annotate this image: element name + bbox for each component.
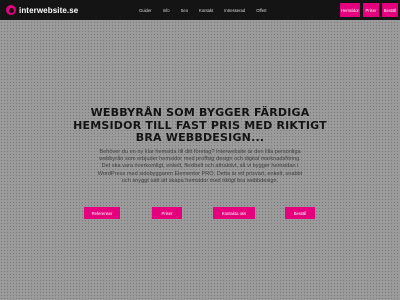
logo-text: interwebsite.se [19,5,79,15]
logo-icon [6,5,16,15]
nav-item-intresserad[interactable]: Intresserad [224,8,245,13]
nav-item-offert[interactable]: Offert [256,8,266,13]
nav-item-info[interactable]: Info [163,8,170,13]
hero-heading: WEBBYRÅN SOM BYGGER FÄRDIGA HEMSIDOR TIL… [73,106,327,144]
hemsidor-button[interactable]: Hemsidor [340,3,360,17]
bestall-button[interactable]: Beställ [382,3,398,17]
priser-cta-button[interactable]: Priser [152,207,182,219]
top-navigation-bar: interwebsite.se Guider Info Seo Kontakt … [0,0,400,20]
kontakta-oss-button[interactable]: Kontakta oss [213,207,255,219]
main-nav: Guider Info Seo Kontakt Intresserad Offe… [139,0,278,20]
bestall-cta-button[interactable]: Beställ [285,207,315,219]
priser-button[interactable]: Priser [363,3,379,17]
cta-button-row: Referenser Priser Kontakta oss Beställ [0,207,400,219]
nav-item-seo[interactable]: Seo [181,8,188,13]
referenser-button[interactable]: Referenser [84,207,120,219]
nav-item-kontakt[interactable]: Kontakt [199,8,213,13]
hero-description: Behöver du en ny klar hemsida till ditt … [97,148,303,185]
hero-section: WEBBYRÅN SOM BYGGER FÄRDIGA HEMSIDOR TIL… [0,106,400,186]
header-button-group: Hemsidor Priser Beställ [340,3,398,17]
nav-item-guider[interactable]: Guider [139,8,152,13]
site-logo[interactable]: interwebsite.se [6,5,78,15]
